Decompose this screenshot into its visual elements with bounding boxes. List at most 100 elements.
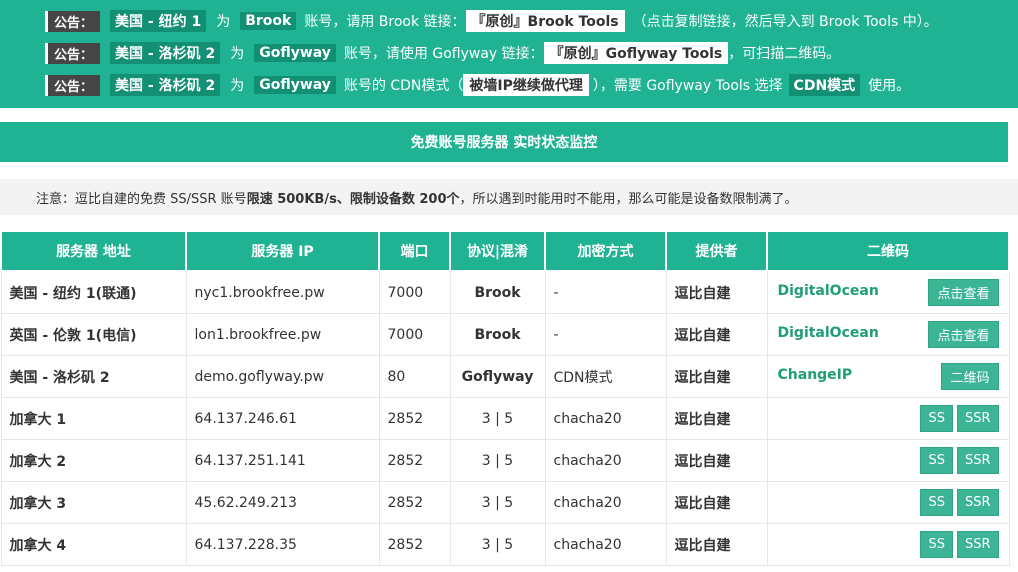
server-port: 2852 xyxy=(378,439,451,482)
view-link-button[interactable]: 点击查看 xyxy=(928,321,999,348)
server-encryption: CDN模式 xyxy=(544,355,667,398)
server-ip: 64.137.251.141 xyxy=(185,439,380,482)
col-header-port: 端口 xyxy=(378,230,451,272)
server-port: 2852 xyxy=(378,481,451,524)
qr-cell: ChangeIP 二维码 xyxy=(766,355,1010,398)
server-provider: 逗比自建 xyxy=(665,397,768,440)
server-protocol: 3 | 5 xyxy=(449,397,546,440)
server-provider: 逗比自建 xyxy=(665,523,768,566)
qrcode-button[interactable]: 二维码 xyxy=(941,363,999,390)
ss-qr-button[interactable]: SS xyxy=(920,531,953,558)
table-row: 加拿大 3 45.62.249.213 2852 3 | 5 chacha20 … xyxy=(0,481,1010,524)
server-port: 2852 xyxy=(378,523,451,566)
ssr-qr-button[interactable]: SSR xyxy=(956,489,999,516)
notice-text: 账号的 CDN模式（ xyxy=(343,78,464,94)
server-protocol: Brook xyxy=(449,270,546,314)
cdn-mode-highlight: CDN模式 xyxy=(788,74,861,96)
server-name: 加拿大 2 xyxy=(0,439,187,482)
qr-cell: DigitalOcean 点击查看 xyxy=(766,270,1010,314)
server-highlight: 美国 - 洛杉矶 2 xyxy=(110,42,221,64)
qr-button-group: SS SSR xyxy=(920,531,999,558)
server-port: 7000 xyxy=(378,270,451,314)
server-provider: 逗比自建 xyxy=(665,313,768,356)
server-protocol: 3 | 5 xyxy=(449,481,546,524)
server-protocol: 3 | 5 xyxy=(449,439,546,482)
table-row: 加拿大 4 64.137.228.35 2852 3 | 5 chacha20 … xyxy=(0,523,1010,566)
qr-cell: DigitalOcean 点击查看 xyxy=(766,313,1010,356)
view-link-button[interactable]: 点击查看 xyxy=(928,279,999,306)
qr-button-group: SS SSR xyxy=(920,447,999,474)
server-highlight: 美国 - 洛杉矶 2 xyxy=(110,74,221,96)
note-suffix: ，所以遇到时能用时不能用，那么可能是设备数限制满了。 xyxy=(459,191,798,207)
brook-tools-link[interactable]: 『原创』Brook Tools xyxy=(465,10,625,32)
server-port: 80 xyxy=(378,355,451,398)
qr-cell: SS SSR xyxy=(766,397,1010,440)
host-label: DigitalOcean xyxy=(777,283,879,299)
col-header-ip: 服务器 IP xyxy=(185,230,380,272)
ss-qr-button[interactable]: SS xyxy=(920,447,953,474)
notice-line: 公告： 美国 - 洛杉矶 2 为 Goflyway 账号的 CDN模式（ 被墙I… xyxy=(0,69,1018,101)
server-provider: 逗比自建 xyxy=(665,270,768,314)
note-devices: 限制设备数 200个 xyxy=(349,191,460,207)
note-separator: 、 xyxy=(336,191,350,207)
ss-qr-button[interactable]: SS xyxy=(920,489,953,516)
qr-cell: SS SSR xyxy=(766,439,1010,482)
note-prefix: 注意：逗比自建的免费 SS/SSR 账号 xyxy=(36,191,247,207)
goflyway-tools-link[interactable]: 『原创』Goflyway Tools xyxy=(543,42,729,64)
qr-button-group: SS SSR xyxy=(920,489,999,516)
ss-qr-button[interactable]: SS xyxy=(920,405,953,432)
limit-note: 注意：逗比自建的免费 SS/SSR 账号 限速 500KB/s 、 限制设备数 … xyxy=(0,179,1018,215)
notice-text: ，可扫描二维码。 xyxy=(728,46,841,62)
server-name: 加拿大 3 xyxy=(0,481,187,524)
server-name: 英国 - 伦敦 1(电信) xyxy=(0,313,187,356)
qr-cell: SS SSR xyxy=(766,523,1010,566)
notice-band: 公告： 美国 - 纽约 1 为 Brook 账号，请用 Brook 链接： 『原… xyxy=(0,0,1018,108)
notice-tag: 公告： xyxy=(45,74,101,96)
server-ip: demo.goflyway.pw xyxy=(185,355,380,398)
server-name: 加拿大 4 xyxy=(0,523,187,566)
cdn-proxy-link[interactable]: 被墙IP继续做代理 xyxy=(463,74,589,96)
server-protocol: Brook xyxy=(449,313,546,356)
server-name: 美国 - 洛杉矶 2 xyxy=(0,355,187,398)
server-ip: lon1.brookfree.pw xyxy=(185,313,380,356)
table-row: 美国 - 纽约 1(联通) nyc1.brookfree.pw 7000 Bro… xyxy=(0,270,1010,314)
ssr-qr-button[interactable]: SSR xyxy=(956,531,999,558)
server-provider: 逗比自建 xyxy=(665,355,768,398)
host-label: DigitalOcean xyxy=(777,325,879,341)
notice-text: 为 xyxy=(230,46,245,62)
table-row: 美国 - 洛杉矶 2 demo.goflyway.pw 80 Goflyway … xyxy=(0,355,1010,398)
server-ip: 64.137.228.35 xyxy=(185,523,380,566)
server-encryption: chacha20 xyxy=(544,481,667,524)
protocol-highlight: Goflyway xyxy=(254,76,336,94)
notice-text: （点击复制链接，然后导入到 Brook Tools 中）。 xyxy=(632,14,938,30)
col-header-address: 服务器 地址 xyxy=(0,230,187,272)
col-header-qrcode: 二维码 xyxy=(766,230,1010,272)
server-table: 服务器 地址 服务器 IP 端口 协议|混淆 加密方式 提供者 二维码 美国 -… xyxy=(0,230,1010,566)
notice-text: 账号，请使用 Goflyway 链接： xyxy=(343,46,544,62)
protocol-highlight: Goflyway xyxy=(254,44,336,62)
col-header-protocol: 协议|混淆 xyxy=(449,230,546,272)
notice-tag: 公告： xyxy=(45,10,101,32)
server-ip: nyc1.brookfree.pw xyxy=(185,270,380,314)
note-speed: 限速 500KB/s xyxy=(246,191,337,207)
table-row: 加拿大 2 64.137.251.141 2852 3 | 5 chacha20… xyxy=(0,439,1010,482)
server-name: 美国 - 纽约 1(联通) xyxy=(0,270,187,314)
notice-line: 公告： 美国 - 洛杉矶 2 为 Goflyway 账号，请使用 Goflywa… xyxy=(0,37,1018,69)
notice-line: 公告： 美国 - 纽约 1 为 Brook 账号，请用 Brook 链接： 『原… xyxy=(0,5,1018,37)
table-row: 英国 - 伦敦 1(电信) lon1.brookfree.pw 7000 Bro… xyxy=(0,313,1010,356)
ssr-qr-button[interactable]: SSR xyxy=(956,447,999,474)
server-highlight: 美国 - 纽约 1 xyxy=(110,10,207,32)
server-encryption: chacha20 xyxy=(544,523,667,566)
host-label: ChangeIP xyxy=(777,367,853,383)
table-row: 加拿大 1 64.137.246.61 2852 3 | 5 chacha20 … xyxy=(0,397,1010,440)
server-port: 7000 xyxy=(378,313,451,356)
table-header-row: 服务器 地址 服务器 IP 端口 协议|混淆 加密方式 提供者 二维码 xyxy=(0,230,1010,272)
server-encryption: chacha20 xyxy=(544,439,667,482)
server-port: 2852 xyxy=(378,397,451,440)
server-encryption: chacha20 xyxy=(544,397,667,440)
notice-text: ），需要 Goflyway Tools 选择 xyxy=(592,78,783,94)
server-name: 加拿大 1 xyxy=(0,397,187,440)
ssr-qr-button[interactable]: SSR xyxy=(956,405,999,432)
col-header-encryption: 加密方式 xyxy=(544,230,667,272)
server-provider: 逗比自建 xyxy=(665,439,768,482)
